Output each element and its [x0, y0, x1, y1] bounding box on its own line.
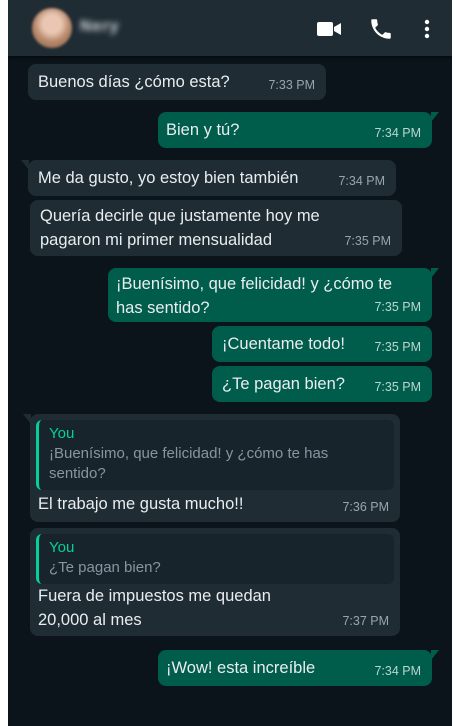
quote-author: You [49, 539, 75, 556]
message-text: Me da gusto, yo estoy bien también [38, 169, 299, 187]
message-outgoing[interactable]: ¡Buenísimo, que felicidad! y ¿cómo te ha… [108, 268, 439, 322]
message-incoming[interactable]: Quería decirle que justamente hoy me pag… [30, 200, 402, 256]
bubble-tail [23, 414, 31, 424]
message-time: 7:35 PM [374, 300, 421, 314]
more-options-icon[interactable] [417, 16, 437, 42]
message-outgoing[interactable]: Bien y tú? 7:34 PM [158, 112, 439, 148]
contact-name[interactable]: Nery [80, 18, 120, 36]
message-time: 7:34 PM [374, 664, 421, 678]
chat-header: Nery [8, 0, 452, 56]
contact-avatar[interactable] [32, 8, 72, 48]
bubble-tail [431, 650, 439, 660]
message-text: Quería decirle que justamente hoy me pag… [40, 207, 320, 249]
message-outgoing[interactable]: ¡Cuentame todo! 7:35 PM [212, 326, 432, 362]
message-time: 7:37 PM [342, 614, 389, 628]
chat-screen: Nery Buenos días ¿cómo esta? 7:33 PM Bie… [8, 0, 452, 726]
message-outgoing[interactable]: ¡Wow! esta increíble 7:34 PM [158, 650, 439, 686]
quote-text: ¡Buenísimo, que felicidad! y ¿cómo te ha… [49, 445, 329, 482]
message-incoming[interactable]: Buenos días ¿cómo esta? 7:33 PM [28, 64, 326, 100]
quoted-message[interactable]: You ¡Buenísimo, que felicidad! y ¿cómo t… [36, 420, 394, 490]
quoted-message[interactable]: You ¿Te pagan bien? [36, 534, 394, 584]
message-incoming-reply[interactable]: You ¿Te pagan bien? Fuera de impuestos m… [30, 528, 400, 636]
message-outgoing[interactable]: ¿Te pagan bien? 7:35 PM [212, 366, 432, 402]
bubble-tail [21, 160, 29, 170]
message-time: 7:33 PM [268, 78, 315, 92]
bubble-tail [431, 112, 439, 122]
quote-author: You [49, 425, 75, 442]
message-incoming-reply[interactable]: You ¡Buenísimo, que felicidad! y ¿cómo t… [23, 414, 400, 522]
message-time: 7:35 PM [344, 234, 391, 248]
video-call-icon[interactable] [316, 16, 342, 42]
quote-text: ¿Te pagan bien? [49, 559, 161, 576]
message-time: 7:34 PM [374, 126, 421, 140]
bubble-tail [431, 268, 439, 278]
phone-call-icon[interactable] [368, 16, 394, 42]
message-time: 7:35 PM [374, 380, 421, 394]
message-text: Fuera de impuestos me quedan 20,000 al m… [38, 587, 271, 629]
message-time: 7:36 PM [342, 500, 389, 514]
message-incoming[interactable]: Me da gusto, yo estoy bien también 7:34 … [21, 160, 396, 196]
message-time: 7:34 PM [338, 174, 385, 188]
message-time: 7:35 PM [374, 340, 421, 354]
message-text: El trabajo me gusta mucho!! [38, 495, 244, 513]
